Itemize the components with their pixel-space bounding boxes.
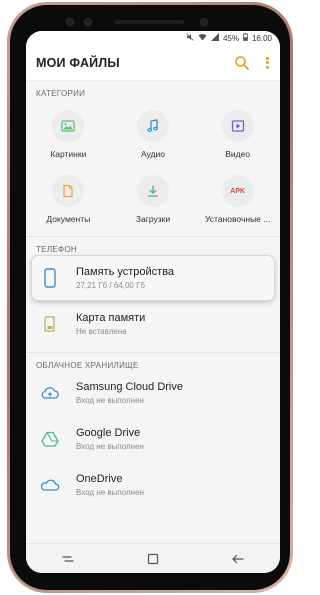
phone-bezel: 45% 16:00 МОИ ФАЙЛЫ КАТЕГОРИИ Картинки А… — [10, 5, 290, 590]
category-images[interactable]: Картинки — [26, 110, 111, 159]
earpiece-speaker — [114, 20, 184, 24]
category-label: Загрузки — [135, 214, 171, 224]
screen: 45% 16:00 МОИ ФАЙЛЫ КАТЕГОРИИ Картинки А… — [26, 31, 280, 573]
categories-section-title: КАТЕГОРИИ — [36, 89, 86, 98]
category-installers[interactable]: APK Установочные ... — [195, 175, 280, 224]
device-storage-text: Память устройства 27,21 Гб / 64,00 Гб — [76, 266, 174, 290]
storage-status: Не вставлена — [76, 327, 127, 336]
storage-status: Вход не выполнен — [76, 396, 144, 405]
header-actions — [234, 55, 270, 71]
sd-card-row[interactable]: Карта памяти Не вставлена — [26, 302, 280, 346]
cloud-section-title: ОБЛАЧНОЕ ХРАНИЛИЩЕ — [36, 361, 139, 370]
storage-name: Память устройства — [76, 266, 175, 278]
cloud-section: ОБЛАЧНОЕ ХРАНИЛИЩЕ Samsung Cloud Drive В… — [26, 352, 280, 508]
google-drive-text: Google Drive Вход не выполнен — [76, 427, 144, 451]
onedrive-icon — [36, 478, 64, 492]
navigation-bar — [26, 543, 280, 573]
category-grid: Картинки Аудио Видео Документы Загрузки … — [26, 98, 280, 230]
video-icon — [221, 110, 254, 142]
category-label: Картинки — [50, 149, 87, 159]
sensor-dot — [66, 18, 74, 26]
storage-usage: 27,21 Гб / 64,00 Гб — [76, 281, 145, 290]
apk-icon: APK — [221, 175, 254, 207]
sd-card-icon — [36, 316, 64, 332]
onedrive-row[interactable]: OneDrive Вход не выполнен — [26, 462, 280, 508]
home-icon[interactable] — [139, 549, 167, 569]
search-icon[interactable] — [234, 55, 250, 71]
stage: 45% 16:00 МОИ ФАЙЛЫ КАТЕГОРИИ Картинки А… — [0, 0, 300, 595]
storage-status: Вход не выполнен — [76, 488, 144, 497]
category-documents[interactable]: Документы — [26, 175, 111, 224]
storage-name: Google Drive — [76, 427, 141, 439]
phone-storage-icon — [36, 268, 64, 288]
storage-name: Карта памяти — [76, 312, 146, 324]
app-header: МОИ ФАЙЛЫ — [26, 45, 280, 81]
onedrive-text: OneDrive Вход не выполнен — [76, 473, 144, 497]
category-label: Документы — [46, 214, 91, 224]
category-audio[interactable]: Аудио — [111, 110, 196, 159]
apk-badge: APK — [230, 187, 246, 195]
phone-section-title: ТЕЛЕФОН — [36, 245, 77, 254]
google-drive-row[interactable]: Google Drive Вход не выполнен — [26, 416, 280, 462]
back-icon[interactable] — [224, 549, 252, 569]
category-label: Аудио — [141, 149, 165, 159]
sensor-dot — [84, 18, 92, 26]
category-video[interactable]: Видео — [195, 110, 280, 159]
category-label: Видео — [225, 149, 251, 159]
clock: 16:00 — [251, 33, 272, 43]
wifi-icon — [198, 33, 207, 43]
image-icon — [52, 110, 85, 142]
storage-status: Вход не выполнен — [76, 442, 144, 451]
signal-icon — [210, 33, 219, 43]
category-downloads[interactable]: Загрузки — [111, 175, 196, 224]
page-title: МОИ ФАЙЛЫ — [36, 55, 120, 70]
music-note-icon — [136, 110, 169, 142]
device-storage-row[interactable]: Память устройства 27,21 Гб / 64,00 Гб — [32, 256, 274, 300]
storage-name: OneDrive — [76, 473, 123, 485]
mute-icon — [186, 33, 194, 43]
phone-section: ТЕЛЕФОН Память устройства 27,21 Гб / 64,… — [26, 236, 280, 346]
front-camera — [200, 18, 208, 26]
recent-apps-icon[interactable] — [54, 549, 82, 569]
more-vertical-icon[interactable] — [264, 55, 270, 71]
top-hardware — [10, 15, 290, 29]
storage-name: Samsung Cloud Drive — [76, 381, 183, 393]
battery-icon — [243, 33, 248, 43]
download-icon — [136, 175, 169, 207]
samsung-cloud-text: Samsung Cloud Drive Вход не выполнен — [76, 381, 183, 405]
samsung-cloud-icon — [36, 385, 64, 401]
category-label: Установочные ... — [204, 214, 271, 224]
battery-percent: 45% — [222, 33, 239, 43]
google-drive-icon — [36, 431, 64, 447]
phone-frame: 45% 16:00 МОИ ФАЙЛЫ КАТЕГОРИИ Картинки А… — [7, 2, 293, 593]
samsung-cloud-row[interactable]: Samsung Cloud Drive Вход не выполнен — [26, 370, 280, 416]
document-icon — [52, 175, 85, 207]
status-bar: 45% 16:00 — [26, 31, 280, 45]
sd-card-text: Карта памяти Не вставлена — [76, 312, 145, 336]
